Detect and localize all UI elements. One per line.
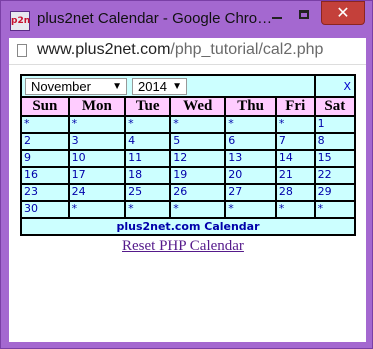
month-value: November bbox=[31, 79, 91, 94]
day-cell[interactable]: 15 bbox=[313, 149, 357, 168]
week-row: 9 10 11 12 13 14 15 bbox=[20, 149, 357, 168]
day-cell[interactable]: 28 bbox=[274, 183, 316, 202]
day-header: Mon bbox=[67, 96, 127, 117]
day-cell[interactable]: 19 bbox=[169, 166, 227, 185]
plus2net-logo-icon: p2n bbox=[10, 11, 30, 31]
week-row: 23 24 25 26 27 28 29 bbox=[20, 183, 357, 202]
day-cell[interactable]: 6 bbox=[224, 132, 277, 151]
day-cell[interactable]: 22 bbox=[313, 166, 357, 185]
empty-day-cell: * bbox=[169, 115, 227, 134]
day-cell[interactable]: 12 bbox=[169, 149, 227, 168]
day-cell[interactable]: 27 bbox=[224, 183, 277, 202]
url-text[interactable]: www.plus2net.com/php_tutorial/cal2.php bbox=[37, 41, 323, 59]
day-cell[interactable]: 23 bbox=[20, 183, 70, 202]
day-header: Sun bbox=[20, 96, 70, 117]
url-path: /php_tutorial/cal2.php bbox=[170, 41, 324, 58]
day-cell[interactable]: 14 bbox=[274, 149, 316, 168]
window-title: plus2net Calendar - Google Chro… bbox=[37, 10, 273, 27]
day-cell[interactable]: 3 bbox=[67, 132, 127, 151]
empty-day-cell: * bbox=[274, 115, 316, 134]
address-bar[interactable]: www.plus2net.com/php_tutorial/cal2.php bbox=[9, 38, 366, 65]
day-cell[interactable]: 11 bbox=[124, 149, 172, 168]
day-header: Fri bbox=[274, 96, 316, 117]
day-cell[interactable]: 7 bbox=[274, 132, 316, 151]
day-cell[interactable]: 10 bbox=[67, 149, 127, 168]
day-cell[interactable]: 18 bbox=[124, 166, 172, 185]
maximize-button[interactable] bbox=[291, 4, 317, 26]
minimize-button[interactable] bbox=[264, 4, 290, 26]
browser-window: p2n plus2net Calendar - Google Chro… ✕ w… bbox=[0, 0, 373, 349]
day-cell[interactable]: 5 bbox=[169, 132, 227, 151]
page-icon bbox=[17, 44, 27, 57]
day-header: Thu bbox=[224, 96, 277, 117]
empty-day-cell: * bbox=[124, 200, 172, 219]
week-row: * * * * * * 1 bbox=[20, 115, 357, 134]
day-header-row: Sun Mon Tue Wed Thu Fri Sat bbox=[20, 96, 357, 117]
week-row: 16 17 18 19 20 21 22 bbox=[20, 166, 357, 185]
week-row: 2345678 bbox=[20, 132, 357, 151]
month-select[interactable]: November ▼ bbox=[25, 78, 127, 95]
day-cell[interactable]: 16 bbox=[20, 166, 70, 185]
day-cell[interactable]: 26 bbox=[169, 183, 227, 202]
day-cell[interactable]: 9 bbox=[20, 149, 70, 168]
day-cell[interactable]: 30 bbox=[20, 200, 70, 219]
day-cell[interactable]: 8 bbox=[313, 132, 357, 151]
calendar-footer: plus2net.com Calendar bbox=[20, 217, 356, 236]
day-cell[interactable]: 20 bbox=[224, 166, 277, 185]
week-row: 30 * * * * * * bbox=[20, 200, 357, 219]
triangle-down-icon: ▼ bbox=[172, 81, 182, 92]
day-cell[interactable]: 25 bbox=[124, 183, 172, 202]
empty-day-cell: * bbox=[224, 115, 277, 134]
empty-day-cell: * bbox=[274, 200, 316, 219]
day-header: Tue bbox=[124, 96, 172, 117]
empty-day-cell: * bbox=[313, 200, 357, 219]
day-header: Sat bbox=[313, 96, 357, 117]
day-cell[interactable]: 24 bbox=[67, 183, 127, 202]
close-window-button[interactable]: ✕ bbox=[321, 1, 365, 25]
triangle-down-icon: ▼ bbox=[112, 81, 122, 92]
calendar-close-link[interactable]: X bbox=[313, 74, 357, 98]
day-cell[interactable]: 4 bbox=[124, 132, 172, 151]
page-content: November ▼ 2014 ▼ X Sun Mon Tue Wed Thu Fr… bbox=[9, 65, 366, 342]
close-icon: ✕ bbox=[336, 3, 350, 22]
calendar-controls: November ▼ 2014 ▼ bbox=[20, 74, 316, 98]
reset-calendar-link[interactable]: Reset PHP Calendar bbox=[122, 238, 244, 255]
minimize-icon bbox=[272, 17, 282, 19]
year-select[interactable]: 2014 ▼ bbox=[132, 78, 187, 95]
empty-day-cell: * bbox=[67, 115, 127, 134]
empty-day-cell: * bbox=[169, 200, 227, 219]
calendar-weeks: * * * * * * 1 2 3 4 5 6 7 8 9 10 11 12 13 14 15 16 17 18 19 20 21 2… bbox=[20, 115, 357, 219]
empty-day-cell: * bbox=[124, 115, 172, 134]
day-cell[interactable]: 2 bbox=[20, 132, 70, 151]
year-value: 2014 bbox=[138, 79, 167, 94]
empty-day-cell: * bbox=[20, 115, 70, 134]
day-header: Wed bbox=[169, 96, 227, 117]
title-bar[interactable]: p2n plus2net Calendar - Google Chro… ✕ bbox=[1, 1, 373, 38]
day-cell[interactable]: 13 bbox=[224, 149, 277, 168]
empty-day-cell: * bbox=[224, 200, 277, 219]
maximize-icon bbox=[299, 10, 309, 19]
day-cell[interactable]: 29 bbox=[313, 183, 357, 202]
url-host: www.plus2net.com bbox=[37, 41, 171, 58]
day-cell[interactable]: 21 bbox=[274, 166, 316, 185]
day-cell[interactable]: 17 bbox=[67, 166, 127, 185]
empty-day-cell: * bbox=[67, 200, 127, 219]
calendar-table: November ▼ 2014 ▼ X Sun Mon Tue Wed Thu Fr… bbox=[20, 74, 357, 236]
day-cell[interactable]: 1 bbox=[313, 115, 357, 134]
